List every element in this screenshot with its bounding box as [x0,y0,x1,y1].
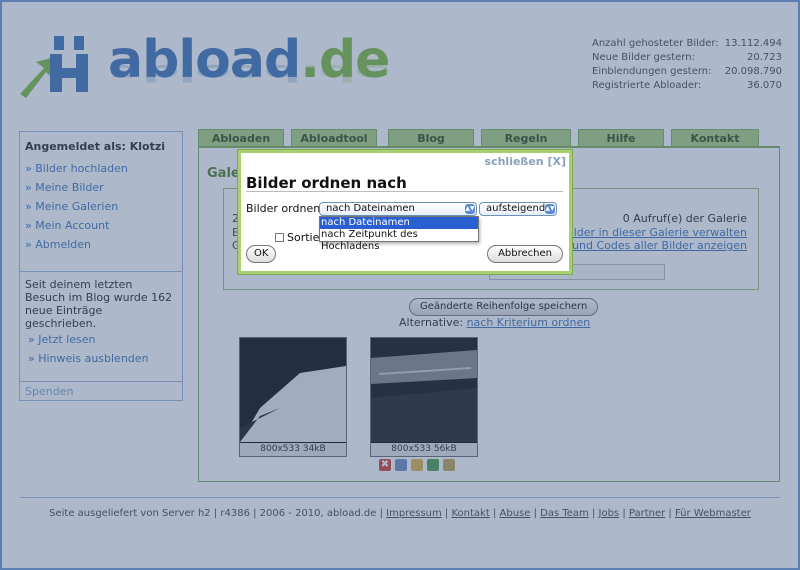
modal-overlay[interactable] [0,0,800,570]
sort-dialog: schließen [X] Bilder ordnen nach Bilder … [238,150,572,274]
sort-criteria-select[interactable]: nach Dateinamen ▲▼ [319,202,477,216]
select-arrows-icon: ▲▼ [465,204,475,214]
sort-criteria-dropdown: nach Dateinamen nach Zeitpunkt des Hochl… [319,216,479,252]
ok-button[interactable]: OK [246,245,277,263]
cancel-button[interactable]: Abbrechen [487,245,563,263]
close-dialog-button[interactable]: schließen [X] [485,155,566,168]
option-upload-time[interactable]: nach Zeitpunkt des Hochladens [320,229,478,253]
dialog-title: Bilder ordnen nach [246,174,407,192]
sort-criteria-value: nach Dateinamen [326,203,415,214]
sort-by-label: Bilder ordnen [246,202,321,215]
sort-checkbox-label: Sortie [287,231,320,244]
dialog-divider [246,191,563,192]
sort-checkbox[interactable] [275,233,284,242]
page: abload.de abload.de Anzahl gehosteter Bi… [0,0,800,570]
option-filename[interactable]: nach Dateinamen [320,217,478,229]
select-arrows-icon: ▲▼ [545,204,555,214]
sort-checkbox-row: Sortie [275,231,319,244]
sort-direction-value: aufsteigend [486,203,546,214]
sort-direction-select[interactable]: aufsteigend ▲▼ [479,202,557,216]
